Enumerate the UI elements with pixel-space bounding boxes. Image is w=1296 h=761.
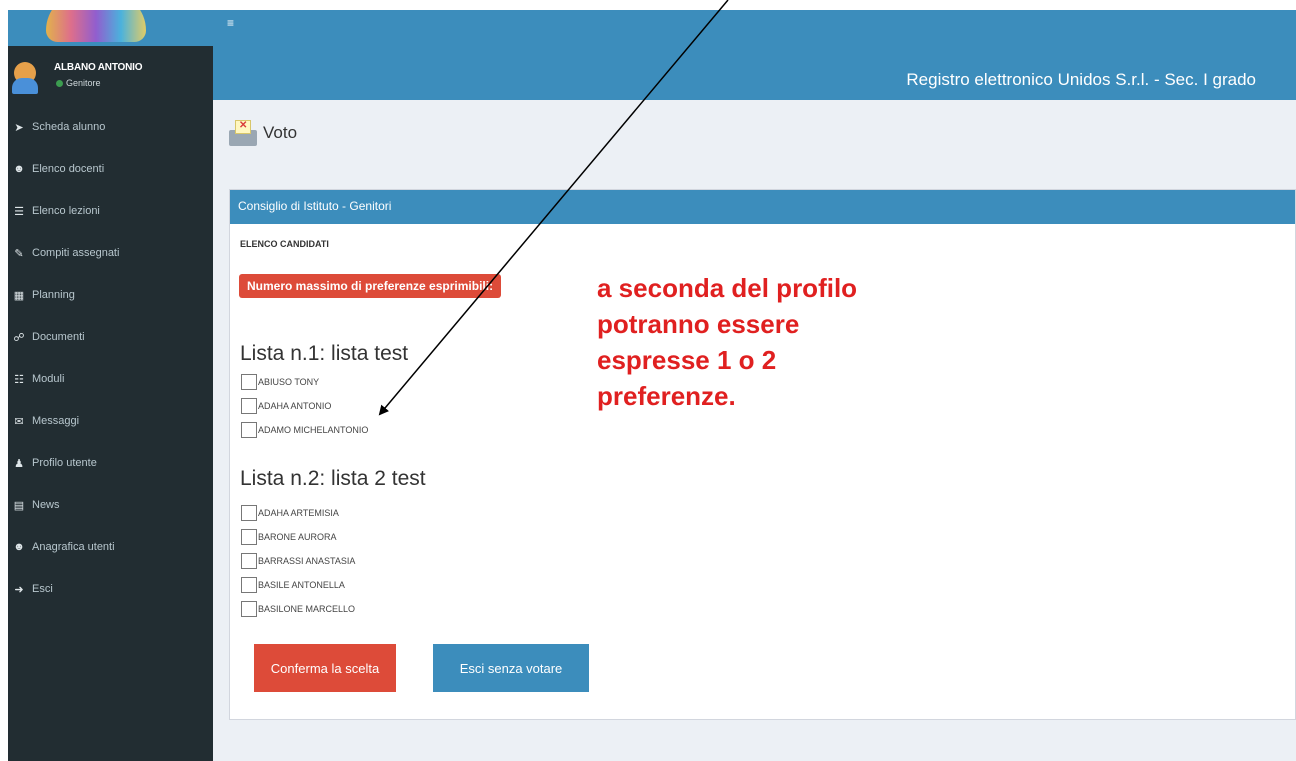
newspaper-icon: ▤ [13, 499, 25, 512]
annotation-line: espresse 1 o 2 [597, 345, 777, 375]
candidate-name: BASILE ANTONELLA [258, 580, 345, 590]
title-bar: Registro elettronico Unidos S.r.l. - Sec… [213, 46, 1296, 100]
candidate-checkbox[interactable]: BASILE ANTONELLA [241, 577, 345, 593]
top-navbar: ≡ [213, 10, 1296, 46]
user-panel: ALBANO ANTONIO Genitore [8, 46, 213, 106]
sidebar: ALBANO ANTONIO Genitore ➤ Scheda alunno ☻… [8, 10, 213, 761]
checkbox[interactable] [241, 577, 257, 593]
sidebar-item-compiti-assegnati[interactable]: ✎ Compiti assegnati [8, 232, 213, 274]
envelope-icon: ✉ [14, 415, 24, 428]
list-icon: ☰ [14, 205, 24, 218]
checkbox[interactable] [241, 529, 257, 545]
menu-toggle-icon[interactable]: ≡ [227, 16, 234, 30]
vote-panel: Consiglio di Istituto - Genitori ELENCO … [229, 189, 1296, 720]
candidate-name: BARRASSI ANASTASIA [258, 556, 356, 566]
sidebar-item-messaggi[interactable]: ✉ Messaggi [8, 400, 213, 442]
arrow-icon: ➤ [14, 121, 24, 134]
sidebar-item-label: News [32, 499, 60, 511]
sidebar-item-label: Messaggi [32, 415, 80, 427]
checkbox[interactable] [241, 398, 257, 414]
table-icon: ☷ [14, 373, 24, 386]
annotation-note: a seconda del profilo potranno essere es… [597, 270, 957, 414]
edit-icon: ✎ [14, 247, 24, 260]
candidates-heading: ELENCO CANDIDATI [240, 239, 329, 249]
candidate-name: BASILONE MARCELLO [258, 604, 356, 614]
page-title: Voto [263, 123, 298, 142]
sidebar-item-label: Compiti assegnati [32, 247, 120, 259]
panel-header: Consiglio di Istituto - Genitori [230, 190, 1295, 224]
users-icon: ☻ [13, 541, 25, 553]
sidebar-item-documenti[interactable]: ☍ Documenti [8, 316, 213, 358]
candidate-name: ADAHA ANTONIO [258, 401, 332, 411]
sidebar-item-label: Esci [32, 583, 53, 595]
sidebar-item-elenco-docenti[interactable]: ☻ Elenco docenti [8, 148, 213, 190]
annotation-line: a seconda del profilo [597, 273, 858, 303]
candidate-name: ADAMO MICHELANTONIO [258, 425, 369, 435]
app-title: Registro elettronico Unidos S.r.l. - Sec… [906, 70, 1256, 89]
max-preferences-badge: Numero massimo di preferenze esprimibili… [239, 274, 502, 298]
candidate-checkbox[interactable]: ADAMO MICHELANTONIO [241, 422, 368, 438]
user-icon: ♟ [14, 457, 24, 470]
annotation-line: preferenze. [597, 381, 736, 411]
candidate-name: ADAHA ARTEMISIA [258, 508, 339, 518]
logo-icon [46, 10, 146, 42]
sidebar-item-label: Documenti [32, 331, 85, 343]
sidebar-menu: ➤ Scheda alunno ☻ Elenco docenti ☰ Elenco l… [8, 106, 213, 610]
sidebar-item-label: Moduli [32, 373, 65, 385]
sidebar-item-anagrafica-utenti[interactable]: ☻ Anagrafica utenti [8, 526, 213, 568]
annotation-line: potranno essere [597, 309, 800, 339]
users-icon: ☻ [13, 163, 25, 175]
sidebar-item-profilo-utente[interactable]: ♟ Profilo utente [8, 442, 213, 484]
sidebar-item-label: Elenco docenti [32, 163, 105, 175]
sidebar-item-label: Scheda alunno [32, 121, 106, 133]
sidebar-item-moduli[interactable]: ☷ Moduli [8, 358, 213, 400]
candidate-checkbox[interactable]: ADAHA ARTEMISIA [241, 505, 339, 521]
sidebar-item-elenco-lezioni[interactable]: ☰ Elenco lezioni [8, 190, 213, 232]
sidebar-item-scheda-alunno[interactable]: ➤ Scheda alunno [8, 106, 213, 148]
sidebar-item-label: Planning [32, 289, 75, 301]
candidate-checkbox[interactable]: BASILONE MARCELLO [241, 601, 355, 617]
sidebar-item-label: Elenco lezioni [32, 205, 100, 217]
user-role-label: Genitore [66, 78, 101, 88]
list-1-title: Lista n.1: lista test [240, 342, 409, 365]
checkbox[interactable] [241, 374, 257, 390]
confirm-button[interactable]: Conferma la scelta [254, 644, 396, 692]
sidebar-item-esci[interactable]: ➜ Esci [8, 568, 213, 610]
user-name: ALBANO ANTONIO [54, 62, 143, 73]
checkbox[interactable] [241, 422, 257, 438]
sidebar-item-label: Profilo utente [32, 457, 97, 469]
candidate-checkbox[interactable]: BARRASSI ANASTASIA [241, 553, 355, 569]
page-header: Voto [229, 120, 297, 146]
main-content: Voto Consiglio di Istituto - Genitori EL… [213, 100, 1296, 761]
sidebar-item-label: Anagrafica utenti [32, 541, 115, 553]
candidate-name: ABIUSO TONY [258, 377, 320, 387]
checkbox[interactable] [241, 553, 257, 569]
logout-icon: ➜ [14, 583, 24, 596]
calendar-icon: ▦ [13, 289, 25, 302]
sidebar-item-news[interactable]: ▤ News [8, 484, 213, 526]
candidate-checkbox[interactable]: ADAHA ANTONIO [241, 398, 331, 414]
logo[interactable] [8, 10, 213, 46]
paperclip-icon: ☍ [13, 331, 25, 344]
list-2-title: Lista n.2: lista 2 test [240, 467, 426, 490]
candidate-name: BARONE AURORA [258, 532, 337, 542]
candidate-checkbox[interactable]: BARONE AURORA [241, 529, 337, 545]
checkbox[interactable] [241, 601, 257, 617]
checkbox[interactable] [241, 505, 257, 521]
app-window: ALBANO ANTONIO Genitore ➤ Scheda alunno ☻… [0, 0, 1296, 761]
online-status-icon [56, 80, 63, 87]
sidebar-item-planning[interactable]: ▦ Planning [8, 274, 213, 316]
ballot-box-icon [229, 120, 257, 146]
candidate-checkbox[interactable]: ABIUSO TONY [241, 374, 319, 390]
exit-without-voting-button[interactable]: Esci senza votare [433, 644, 589, 692]
avatar [12, 62, 38, 94]
user-role: Genitore [56, 78, 101, 88]
